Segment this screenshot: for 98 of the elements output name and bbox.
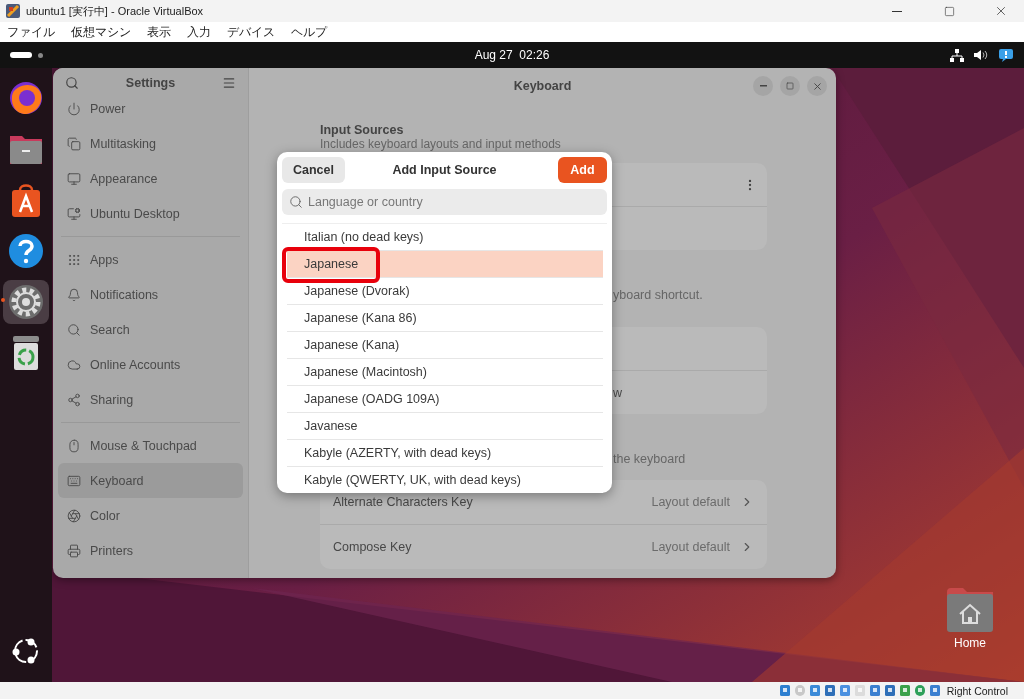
minimize-icon	[759, 85, 767, 87]
sidebar-item[interactable]: Ubuntu Desktop	[58, 196, 243, 231]
speaker-icon[interactable]	[974, 49, 988, 61]
row-label: Kabyle (QWERTY, UK, with dead keys)	[304, 473, 521, 487]
desktop-icon-label: Home	[954, 636, 986, 650]
row-value: Layout default	[651, 495, 730, 509]
sidebar-label: Printers	[90, 543, 134, 558]
monitor-icon	[67, 171, 81, 186]
sidebar-label: Multitasking	[90, 136, 156, 151]
cancel-button[interactable]: Cancel	[282, 157, 345, 183]
row-label: Japanese (Kana)	[304, 338, 400, 352]
sidebar-item[interactable]: Multitasking	[58, 126, 243, 161]
row-label: w	[613, 385, 623, 400]
list-row[interactable]: Japanese	[287, 251, 603, 278]
printer-icon	[67, 543, 81, 558]
cloud-icon	[67, 357, 81, 372]
row-label: Japanese (Kana 86)	[304, 311, 417, 325]
dock-item[interactable]	[3, 280, 49, 324]
store-bag-icon	[10, 182, 42, 218]
host-key-label: Right Control	[946, 684, 1008, 697]
monitor-gear-icon	[67, 206, 81, 221]
show-apps-icon[interactable]	[11, 636, 41, 666]
sidebar-item[interactable]: Apps	[58, 242, 243, 277]
row-label: Japanese	[304, 257, 359, 271]
row-label: Compose Key	[333, 540, 412, 554]
close-icon	[811, 80, 823, 92]
sidebar-label: Sharing	[90, 392, 134, 407]
power-icon	[67, 101, 81, 116]
dialog-title: Add Input Source	[392, 163, 497, 177]
aperture-icon	[67, 508, 81, 523]
row-label: Alternate Characters Key	[333, 495, 473, 509]
running-indicator	[1, 298, 5, 302]
trash-icon	[11, 335, 41, 371]
sidebar-item[interactable]: Appearance	[58, 161, 243, 196]
row-label: Japanese (Macintosh)	[304, 365, 427, 379]
workspace-indicator[interactable]	[10, 52, 32, 58]
sidebar-item[interactable]: Search	[58, 312, 243, 347]
menu-icon[interactable]	[222, 76, 236, 90]
minimize-button[interactable]	[753, 76, 773, 96]
search-icon	[67, 322, 81, 337]
sidebar-label: Appearance	[90, 171, 158, 186]
mouse-icon	[67, 438, 81, 453]
sidebar-label: Color	[90, 508, 120, 523]
sidebar-item[interactable]: Online Accounts	[58, 347, 243, 382]
maximize-icon	[943, 5, 955, 17]
workspace-dot[interactable]	[38, 52, 43, 58]
sidebar-label: Notifications	[90, 287, 159, 302]
gear-icon	[7, 283, 45, 321]
browser-icon	[8, 80, 44, 116]
sidebar-title: Settings	[125, 76, 176, 90]
sidebar-item[interactable]: Mouse & Touchpad	[58, 428, 243, 463]
row-label: Japanese (OADG 109A)	[304, 392, 440, 406]
app-logo-icon	[6, 4, 20, 18]
sidebar-item[interactable]: Sharing	[58, 382, 243, 417]
window-title: ubuntu1 [実行中] - Oracle VirtualBox	[26, 3, 205, 19]
sidebar-item[interactable]: Color	[58, 498, 243, 533]
share-icon	[67, 392, 81, 407]
sidebar-item[interactable]: Notifications	[58, 277, 243, 312]
sidebar-label: Power	[90, 101, 126, 116]
section-title: Input Sources	[320, 123, 405, 137]
windows-icon	[67, 136, 81, 151]
menu-item[interactable]: 表示	[147, 23, 171, 41]
row-label: Japanese (Dvorak)	[304, 284, 410, 298]
menu-item[interactable]: デバイス	[227, 23, 275, 41]
close-button[interactable]	[807, 76, 827, 96]
section-caption: the keyboard	[613, 452, 687, 466]
sidebar-label: Search	[90, 322, 130, 337]
sidebar-label: Ubuntu Desktop	[90, 206, 180, 221]
row-value: Layout default	[651, 540, 730, 554]
home-folder-icon[interactable]	[947, 588, 993, 632]
sidebar-label: Online Accounts	[90, 357, 181, 372]
search-field[interactable]: Language or country	[282, 189, 607, 215]
maximize-icon	[786, 82, 794, 90]
menu-item[interactable]: 入力	[187, 23, 211, 41]
sidebar-label: Mouse & Touchpad	[90, 438, 197, 453]
search-icon[interactable]	[65, 76, 79, 90]
menu-item[interactable]: ヘルプ	[291, 23, 327, 41]
minimize-icon	[892, 10, 902, 12]
sidebar-label: Apps	[90, 252, 119, 267]
close-icon	[994, 4, 1008, 18]
row-label: Javanese	[304, 419, 358, 433]
sidebar-item[interactable]: Power	[58, 98, 243, 126]
sidebar-item[interactable]: Printers	[58, 533, 243, 568]
keyboard-icon	[67, 473, 81, 488]
shortcut-hint: yboard shortcut.	[613, 288, 704, 302]
page-title: Keyboard	[513, 79, 572, 93]
add-button[interactable]: Add	[558, 157, 607, 183]
help-icon	[8, 233, 44, 269]
row-label: Kabyle (AZERTY, with dead keys)	[304, 446, 492, 460]
bell-icon	[67, 287, 81, 302]
menu-item[interactable]: 仮想マシン	[71, 23, 131, 41]
search-icon	[289, 195, 303, 209]
sidebar-label: Keyboard	[90, 473, 144, 488]
row-label: Italian (no dead keys)	[304, 230, 424, 244]
grid-icon	[67, 252, 81, 267]
menu-item[interactable]: ファイル	[7, 23, 55, 41]
section-subtitle: Includes keyboard layouts and input methods	[320, 138, 562, 150]
notification-icon[interactable]	[998, 47, 1014, 63]
